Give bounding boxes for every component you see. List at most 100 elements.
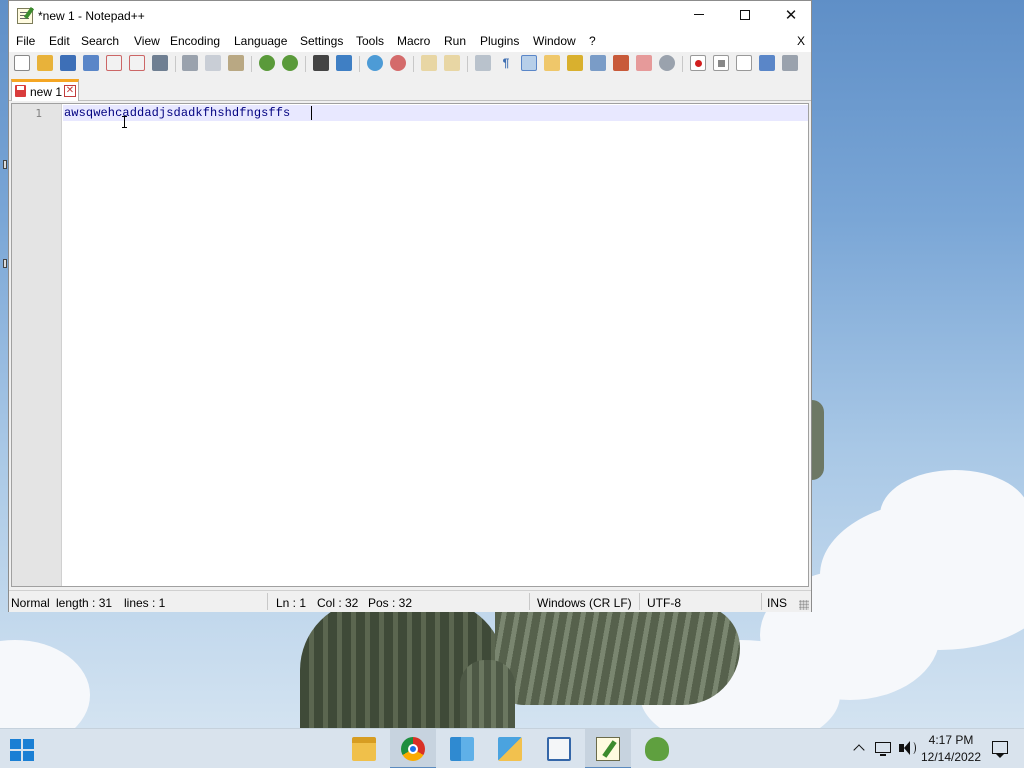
notification-icon[interactable] bbox=[990, 729, 1012, 768]
redo-icon[interactable] bbox=[282, 55, 298, 71]
status-separator bbox=[639, 593, 640, 610]
toolbar-separator bbox=[413, 56, 414, 72]
toolbar-separator bbox=[467, 56, 468, 72]
chrome-icon[interactable] bbox=[390, 729, 436, 768]
find-icon[interactable] bbox=[313, 55, 329, 71]
cloud-shape bbox=[0, 640, 90, 728]
window-title: *new 1 - Notepad++ bbox=[38, 9, 145, 23]
run-macro-multiple-icon[interactable] bbox=[759, 55, 775, 71]
text-caret bbox=[311, 106, 312, 120]
zoom-in-icon[interactable] bbox=[367, 55, 383, 71]
undo-icon[interactable] bbox=[259, 55, 275, 71]
edge-marker bbox=[3, 259, 7, 268]
editor-area[interactable]: 1 awsqwehcaddadjsdadkfhshdfngsffs bbox=[11, 103, 809, 587]
sync-horizontal-icon[interactable] bbox=[444, 55, 460, 71]
status-line-number: Ln : 1 bbox=[276, 596, 307, 610]
menu-file[interactable]: File bbox=[16, 34, 35, 48]
play-macro-icon[interactable] bbox=[736, 55, 752, 71]
toolbar-separator bbox=[682, 56, 683, 72]
menu-plugins[interactable]: Plugins bbox=[480, 34, 519, 48]
minimize-icon bbox=[694, 14, 704, 16]
open-file-icon[interactable] bbox=[37, 55, 53, 71]
file-explorer-icon[interactable] bbox=[341, 729, 387, 768]
volume-icon[interactable] bbox=[897, 729, 917, 768]
tab-bar: new 1 ✕ bbox=[9, 77, 811, 101]
clock-date[interactable]: 12/14/2022 bbox=[918, 750, 984, 764]
resize-grip[interactable] bbox=[799, 600, 809, 610]
tab-label: new 1 bbox=[30, 85, 63, 99]
clock-time[interactable]: 4:17 PM bbox=[921, 733, 981, 747]
windows-start-icon[interactable] bbox=[8, 737, 36, 761]
toolbar-separator bbox=[305, 56, 306, 72]
toolbar-separator bbox=[251, 56, 252, 72]
save-all-icon[interactable] bbox=[83, 55, 99, 71]
status-bar: Normal length : 31 lines : 1 Ln : 1 Col … bbox=[9, 590, 811, 612]
new-file-icon[interactable] bbox=[14, 55, 30, 71]
function-list-icon[interactable] bbox=[613, 55, 629, 71]
show-all-chars-icon[interactable]: ¶ bbox=[498, 55, 514, 71]
tab-new-1[interactable]: new 1 ✕ bbox=[11, 79, 79, 101]
status-position: Pos : 32 bbox=[368, 596, 413, 610]
monitoring-icon[interactable] bbox=[659, 55, 675, 71]
status-lines: lines : 1 bbox=[124, 596, 166, 610]
menu-help[interactable]: ? bbox=[589, 34, 596, 48]
close-all-icon[interactable] bbox=[129, 55, 145, 71]
save-icon[interactable] bbox=[60, 55, 76, 71]
close-icon[interactable] bbox=[106, 55, 122, 71]
menu-edit[interactable]: Edit bbox=[49, 34, 70, 48]
menu-settings[interactable]: Settings bbox=[300, 34, 343, 48]
menu-tools[interactable]: Tools bbox=[356, 34, 384, 48]
editor-line[interactable]: awsqwehcaddadjsdadkfhshdfngsffs bbox=[64, 106, 290, 120]
buildings-app-icon[interactable] bbox=[439, 729, 485, 768]
replace-icon[interactable] bbox=[336, 55, 352, 71]
menu-macro[interactable]: Macro bbox=[397, 34, 430, 48]
zoom-out-icon[interactable] bbox=[390, 55, 406, 71]
status-separator bbox=[529, 593, 530, 610]
cactus-shape bbox=[460, 660, 515, 728]
menu-bar: File Edit Search View Encoding Language … bbox=[9, 31, 811, 52]
network-icon[interactable] bbox=[873, 729, 893, 768]
menu-run[interactable]: Run bbox=[444, 34, 466, 48]
ruler-app-icon[interactable] bbox=[487, 729, 533, 768]
close-button[interactable]: ✕ bbox=[768, 1, 814, 31]
notepadpp-icon[interactable] bbox=[585, 729, 631, 768]
stop-macro-icon[interactable] bbox=[713, 55, 729, 71]
title-bar[interactable]: *new 1 - Notepad++ ✕ bbox=[9, 1, 811, 31]
user-language-icon[interactable] bbox=[544, 55, 560, 71]
close-icon: ✕ bbox=[784, 7, 798, 24]
edge-marker bbox=[3, 160, 7, 169]
show-hidden-icons-chevron[interactable] bbox=[850, 729, 870, 768]
status-separator bbox=[267, 593, 268, 610]
word-wrap-icon[interactable] bbox=[475, 55, 491, 71]
status-length: length : 31 bbox=[56, 596, 113, 610]
print-icon[interactable] bbox=[152, 55, 168, 71]
frog-app-icon[interactable] bbox=[634, 729, 680, 768]
minimize-button[interactable] bbox=[676, 1, 722, 31]
menu-view[interactable]: View bbox=[134, 34, 160, 48]
doc-map-icon[interactable] bbox=[567, 55, 583, 71]
status-encoding: UTF-8 bbox=[647, 596, 681, 610]
sync-vertical-icon[interactable] bbox=[421, 55, 437, 71]
status-column: Col : 32 bbox=[317, 596, 359, 610]
notepadpp-app-icon bbox=[17, 8, 33, 24]
status-insert-mode: INS bbox=[767, 596, 788, 610]
maximize-button[interactable] bbox=[722, 1, 768, 31]
menu-window[interactable]: Window bbox=[533, 34, 576, 48]
menu-language[interactable]: Language bbox=[234, 34, 287, 48]
menu-encoding[interactable]: Encoding bbox=[170, 34, 220, 48]
taskbar: 4:17 PM 12/14/2022 bbox=[0, 728, 1024, 768]
status-separator bbox=[761, 593, 762, 610]
cut-icon[interactable] bbox=[182, 55, 198, 71]
save-macro-icon[interactable] bbox=[782, 55, 798, 71]
doc-list-icon[interactable] bbox=[590, 55, 606, 71]
copy-icon[interactable] bbox=[205, 55, 221, 71]
folder-workspace-icon[interactable] bbox=[636, 55, 652, 71]
paste-icon[interactable] bbox=[228, 55, 244, 71]
close-document-button[interactable]: X bbox=[797, 34, 805, 48]
indent-guide-icon[interactable] bbox=[521, 55, 537, 71]
document-reader-icon[interactable] bbox=[536, 729, 582, 768]
tab-close-icon[interactable]: ✕ bbox=[64, 85, 76, 97]
record-macro-icon[interactable] bbox=[690, 55, 706, 71]
cactus-shape bbox=[495, 605, 740, 705]
menu-search[interactable]: Search bbox=[81, 34, 119, 48]
